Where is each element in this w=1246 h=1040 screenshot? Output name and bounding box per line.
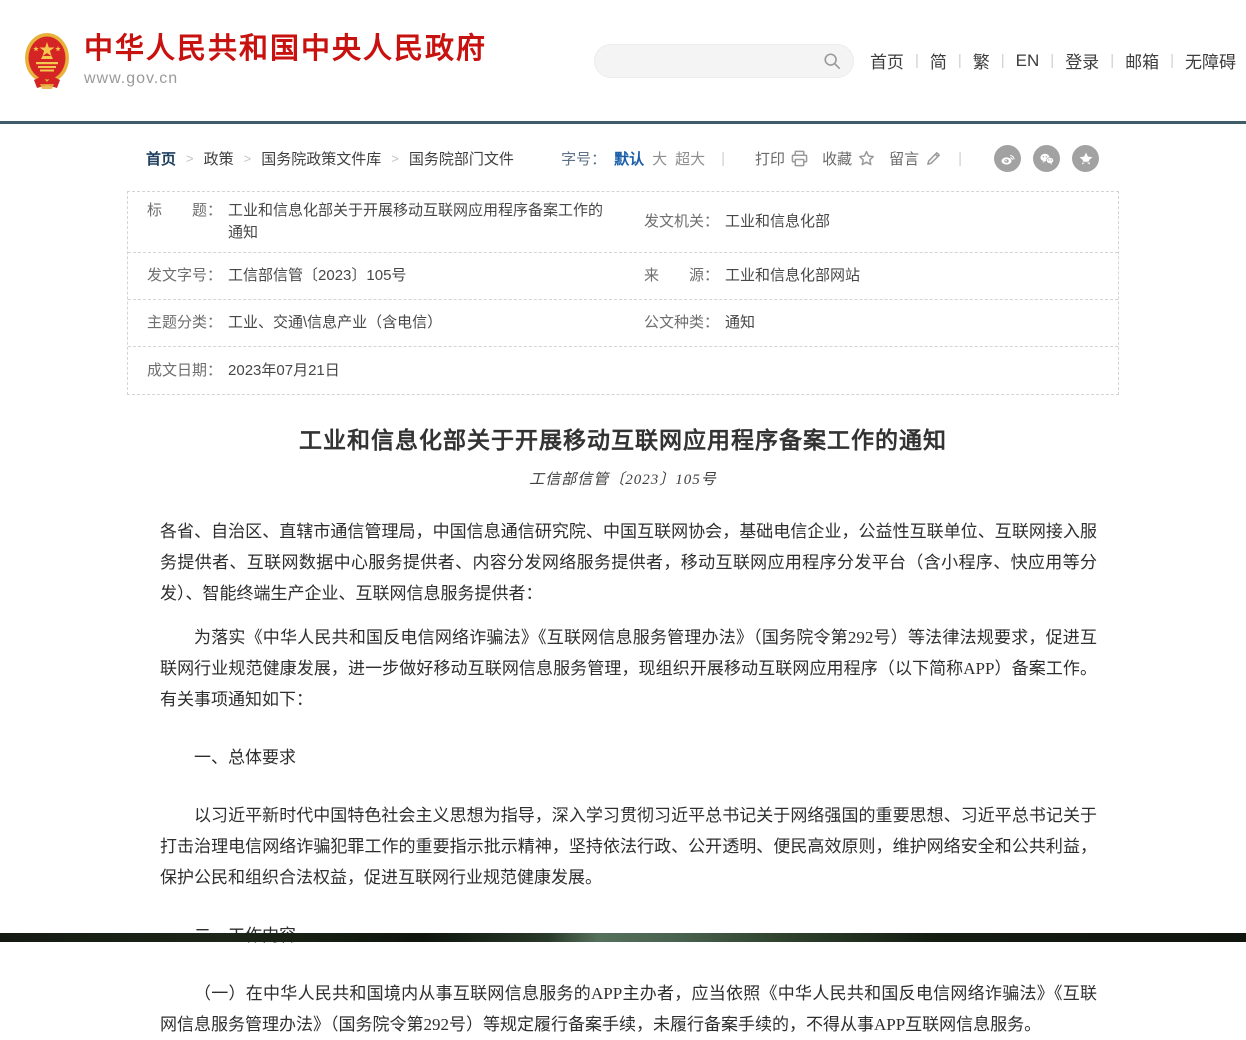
meta-row: 主题分类： 工业、交通\信息产业（含电信） 公文种类： 通知 <box>128 300 1118 347</box>
meta-row: 标 题： 工业和信息化部关于开展移动互联网应用程序备案工作的通知 发文机关： 工… <box>128 192 1118 253</box>
site-url: www.gov.cn <box>84 70 487 88</box>
print-button[interactable]: 打印 <box>755 148 808 169</box>
main-content: 首页 > 政策 > 国务院政策文件库 > 国务院部门文件 字号： 默认 大 超大… <box>127 145 1119 1040</box>
nav-mail[interactable]: 邮箱 <box>1123 48 1161 73</box>
breadcrumb-policy-library[interactable]: 国务院政策文件库 <box>261 148 381 169</box>
meta-row: 成文日期： 2023年07月21日 <box>128 347 1118 394</box>
site-logo-text: 中华人民共和国中央人民政府 www.gov.cn <box>84 33 487 88</box>
favorite-button[interactable]: 收藏 <box>822 148 875 169</box>
printer-icon <box>791 150 808 167</box>
meta-doc-number: 发文字号： 工信部信管〔2023〕105号 <box>128 257 625 295</box>
footer-image-strip <box>0 933 1246 942</box>
font-size-large[interactable]: 大 <box>652 148 667 169</box>
search-box <box>594 44 854 78</box>
paragraph-salutation: 各省、自治区、直辖市通信管理局，中国信息通信研究院、中国互联网协会，基础电信企业… <box>160 516 1097 609</box>
document-body: 各省、自治区、直辖市通信管理局，中国信息通信研究院、中国互联网协会，基础电信企业… <box>127 516 1119 1040</box>
site-header: 中华人民共和国中央人民政府 www.gov.cn 首页 | 简 | 繁 | EN… <box>0 0 1246 121</box>
top-nav: 首页 | 简 | 繁 | EN | 登录 | 邮箱 | 无障碍 <box>868 48 1238 73</box>
meta-topic-category: 主题分类： 工业、交通\信息产业（含电信） <box>128 304 625 342</box>
paragraph: （一）在中华人民共和国境内从事互联网信息服务的APP主办者，应当依照《中华人民共… <box>160 978 1097 1040</box>
nav-traditional[interactable]: 繁 <box>971 48 992 73</box>
font-size-xlarge[interactable]: 超大 <box>675 148 705 169</box>
star-icon <box>858 150 875 167</box>
qzone-share-icon[interactable] <box>1072 145 1099 172</box>
nav-simplified[interactable]: 简 <box>928 48 949 73</box>
meta-source: 来 源： 工业和信息化部网站 <box>625 257 1118 295</box>
wechat-share-icon[interactable] <box>1033 145 1060 172</box>
font-size-default[interactable]: 默认 <box>614 148 644 169</box>
meta-issuing-agency: 发文机关： 工业和信息化部 <box>625 203 1118 241</box>
share-buttons <box>994 145 1099 172</box>
header-divider <box>0 121 1246 124</box>
meta-doc-type: 公文种类： 通知 <box>625 304 1118 342</box>
breadcrumb-department-docs: 国务院部门文件 <box>409 148 514 169</box>
nav-login[interactable]: 登录 <box>1063 48 1101 73</box>
font-size-label: 字号： <box>561 148 606 169</box>
page-tools: 字号： 默认 大 超大 | 打印 收藏 留言 <box>561 145 1099 172</box>
meta-row: 发文字号： 工信部信管〔2023〕105号 来 源： 工业和信息化部网站 <box>128 253 1118 300</box>
document-number: 工信部信管〔2023〕105号 <box>127 468 1119 489</box>
site-title: 中华人民共和国中央人民政府 <box>84 33 487 66</box>
breadcrumb-policy[interactable]: 政策 <box>204 148 234 169</box>
breadcrumb-home[interactable]: 首页 <box>146 148 176 169</box>
weibo-share-icon[interactable] <box>994 145 1021 172</box>
breadcrumb: 首页 > 政策 > 国务院政策文件库 > 国务院部门文件 <box>146 148 514 169</box>
breadcrumb-separator-icon: > <box>186 151 194 166</box>
document-meta-table: 标 题： 工业和信息化部关于开展移动互联网应用程序备案工作的通知 发文机关： 工… <box>127 191 1119 395</box>
paragraph: 以习近平新时代中国特色社会主义思想为指导，深入学习贯彻习近平总书记关于网络强国的… <box>160 800 1097 893</box>
national-emblem-icon <box>24 32 70 90</box>
paragraph: 为落实《中华人民共和国反电信网络诈骗法》《互联网信息服务管理办法》（国务院令第2… <box>160 622 1097 715</box>
meta-date: 成文日期： 2023年07月21日 <box>128 352 625 390</box>
breadcrumb-separator-icon: > <box>244 151 252 166</box>
nav-home[interactable]: 首页 <box>868 48 906 73</box>
pencil-icon <box>925 150 942 167</box>
nav-english[interactable]: EN <box>1014 51 1042 71</box>
breadcrumb-separator-icon: > <box>391 151 399 166</box>
search-icon[interactable] <box>823 52 841 70</box>
document-title: 工业和信息化部关于开展移动互联网应用程序备案工作的通知 <box>127 421 1119 455</box>
section-heading-1: 一、总体要求 <box>160 742 1097 773</box>
site-logo[interactable]: 中华人民共和国中央人民政府 www.gov.cn <box>24 32 487 90</box>
meta-title: 标 题： 工业和信息化部关于开展移动互联网应用程序备案工作的通知 <box>128 192 625 252</box>
search-input[interactable] <box>607 45 823 77</box>
toolbar-row: 首页 > 政策 > 国务院政策文件库 > 国务院部门文件 字号： 默认 大 超大… <box>127 145 1119 172</box>
comment-button[interactable]: 留言 <box>889 148 942 169</box>
nav-accessibility[interactable]: 无障碍 <box>1183 48 1238 73</box>
